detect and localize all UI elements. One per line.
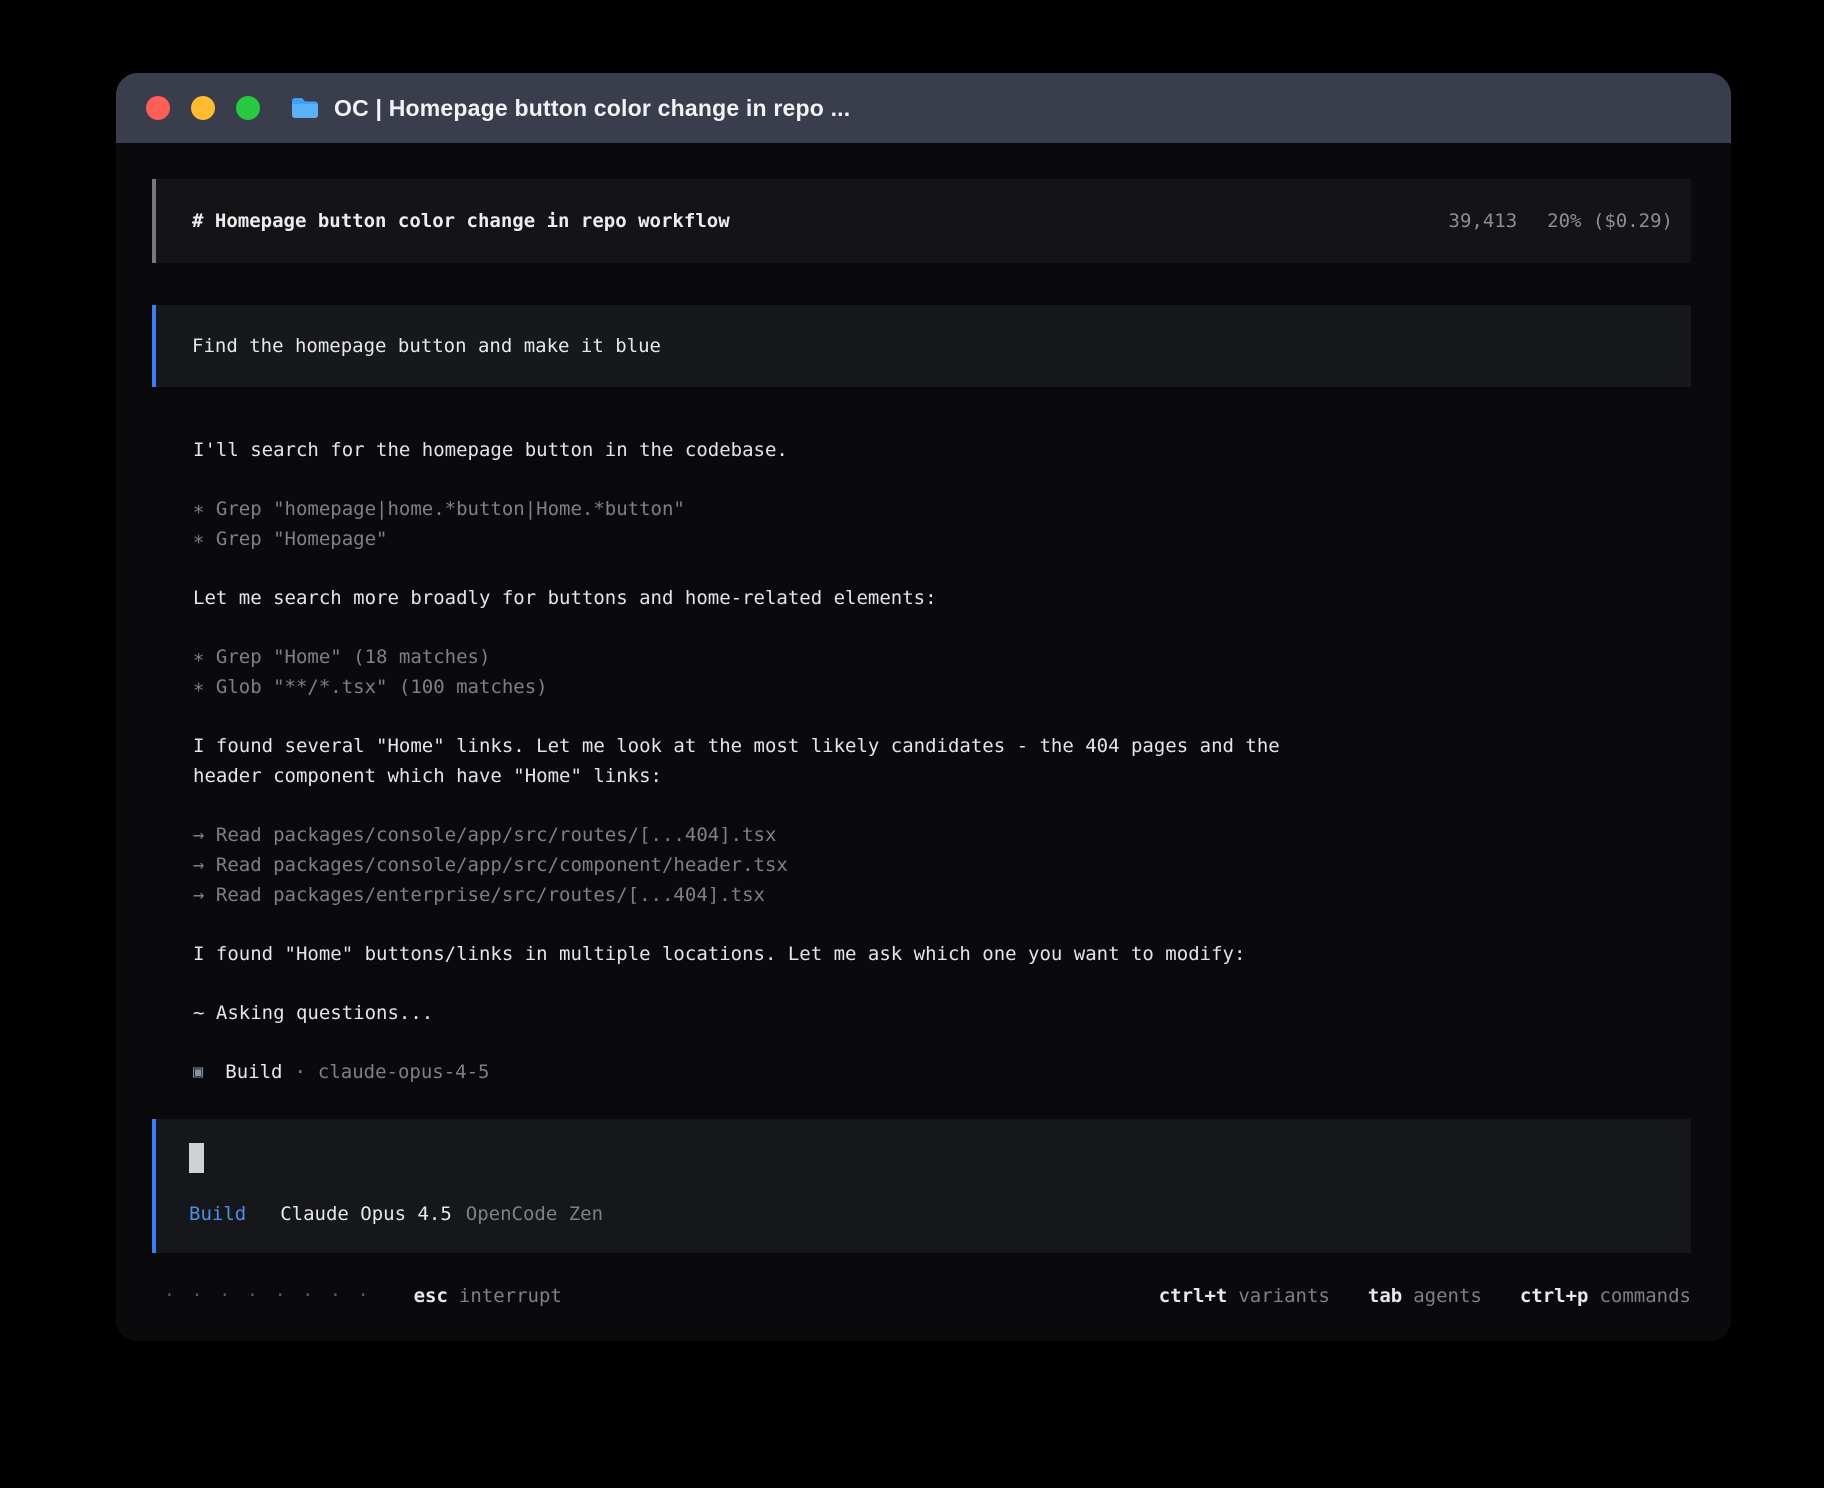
assistant-status-text: ~ Asking questions... [193,998,1343,1028]
model-name: Claude Opus 4.5 [280,1199,452,1229]
agent-mode-label[interactable]: Build [189,1199,246,1229]
agent-separator: · [294,1057,305,1087]
tool-call-glob: ∗ Glob "**/*.tsx" (100 matches) [193,672,1691,702]
status-bar: · · · · · · · · esc interrupt ctrl+t var… [152,1281,1691,1311]
tool-call-grep: ∗ Grep "Homepage" [193,524,1691,554]
context-cost: 20% ($0.29) [1547,206,1673,236]
esc-key-hint: esc [414,1281,448,1311]
agents-label: agents [1413,1281,1482,1311]
window-controls [146,96,260,120]
terminal-window: OC | Homepage button color change in rep… [116,73,1731,1341]
tool-call-grep: ∗ Grep "homepage|home.*button|Home.*butt… [193,494,1691,524]
minimize-button[interactable] [191,96,215,120]
tool-call-read: → Read packages/enterprise/src/routes/[.… [193,880,1691,910]
input-modeline: Build Claude Opus 4.5 OpenCode Zen [189,1199,1663,1229]
assistant-text: Let me search more broadly for buttons a… [193,583,1343,613]
folder-icon [290,96,320,120]
commands-hint: ctrl+p commands [1520,1281,1691,1311]
tool-call-group: ∗ Grep "Home" (18 matches) ∗ Glob "**/*.… [193,642,1691,702]
commands-label: commands [1599,1281,1691,1311]
tool-call-grep: ∗ Grep "Home" (18 matches) [193,642,1691,672]
terminal-content: # Homepage button color change in repo w… [116,143,1731,1341]
agents-hint: tab agents [1368,1281,1482,1311]
agent-status-row: ▣ Build · claude-opus-4-5 [193,1057,1691,1087]
user-message: Find the homepage button and make it blu… [152,305,1691,387]
user-message-text: Find the homepage button and make it blu… [192,335,661,357]
read-call-group: → Read packages/console/app/src/routes/[… [193,820,1691,910]
zoom-button[interactable] [236,96,260,120]
session-stats: 39,413 20% ($0.29) [1449,206,1673,236]
assistant-text: I found "Home" buttons/links in multiple… [193,939,1343,969]
esc-key-label: interrupt [459,1281,562,1311]
token-count: 39,413 [1449,206,1518,236]
shortcut-hints: ctrl+t variants tab agents ctrl+p comman… [1159,1281,1691,1311]
assistant-transcript: I'll search for the homepage button in t… [193,435,1691,1087]
close-button[interactable] [146,96,170,120]
session-header: # Homepage button color change in repo w… [152,179,1691,263]
window-titlebar[interactable]: OC | Homepage button color change in rep… [116,73,1731,143]
tool-call-read: → Read packages/console/app/src/componen… [193,850,1691,880]
variants-hint: ctrl+t variants [1159,1281,1330,1311]
esc-hint: esc interrupt [414,1281,562,1311]
prompt-input[interactable]: Build Claude Opus 4.5 OpenCode Zen [152,1119,1691,1254]
agent-icon: ▣ [193,1057,203,1087]
tool-call-group: ∗ Grep "homepage|home.*button|Home.*butt… [193,494,1691,554]
agents-key: tab [1368,1281,1402,1311]
tool-call-read: → Read packages/console/app/src/routes/[… [193,820,1691,850]
assistant-text: I'll search for the homepage button in t… [193,435,1343,465]
commands-key: ctrl+p [1520,1281,1589,1311]
agent-name: Build [225,1057,282,1087]
variants-key: ctrl+t [1159,1281,1228,1311]
variants-label: variants [1238,1281,1330,1311]
progress-dots: · · · · · · · · [164,1281,372,1311]
session-title: # Homepage button color change in repo w… [192,206,730,236]
text-cursor [189,1143,204,1173]
model-provider: OpenCode Zen [466,1199,603,1229]
assistant-text: I found several "Home" links. Let me loo… [193,731,1343,791]
window-title: OC | Homepage button color change in rep… [334,95,850,122]
agent-model: claude-opus-4-5 [318,1057,490,1087]
